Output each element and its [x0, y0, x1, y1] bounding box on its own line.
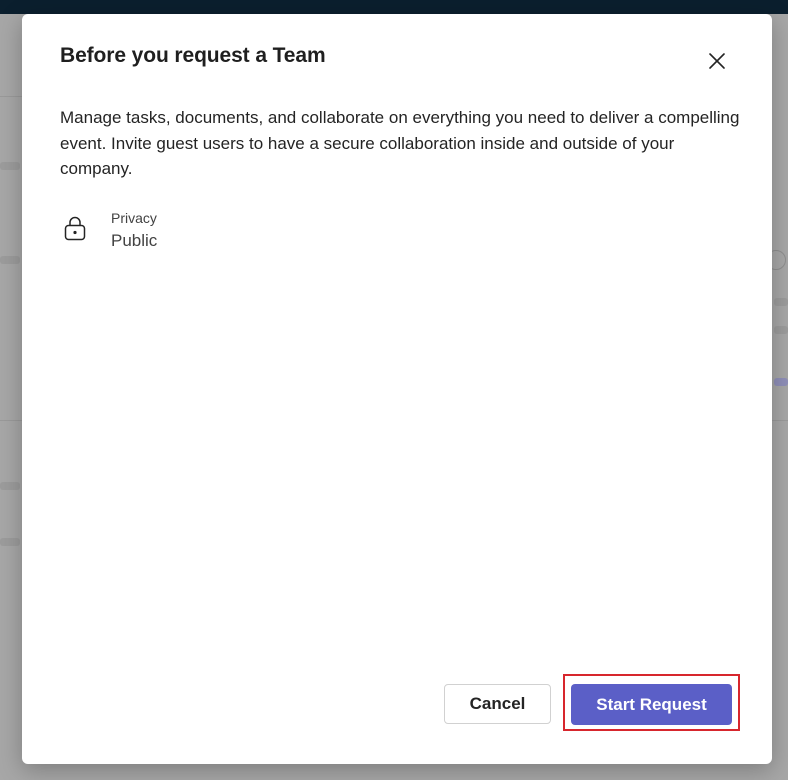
- dialog-description: Manage tasks, documents, and collaborate…: [60, 108, 740, 178]
- privacy-info: Privacy Public: [60, 210, 360, 260]
- divider: [772, 420, 788, 421]
- divider: [0, 420, 22, 421]
- privacy-label: Privacy: [111, 210, 157, 226]
- divider: [0, 96, 22, 97]
- close-button[interactable]: [702, 46, 732, 76]
- app-top-bar: [0, 0, 788, 14]
- background-text: [774, 298, 788, 306]
- background-text: [0, 162, 20, 170]
- background-text: [0, 538, 20, 546]
- request-team-dialog: Before you request a Team Manage tasks, …: [22, 14, 772, 764]
- background-link: [774, 378, 788, 386]
- background-text: [0, 482, 20, 490]
- close-icon: [709, 53, 725, 69]
- start-request-button[interactable]: Start Request: [571, 684, 732, 725]
- cancel-button[interactable]: Cancel: [444, 684, 551, 724]
- dialog-title: Before you request a Team: [60, 44, 326, 67]
- background-text: [774, 326, 788, 334]
- lock-icon: [64, 216, 86, 241]
- background-text: [0, 256, 20, 264]
- privacy-value: Public: [111, 231, 158, 250]
